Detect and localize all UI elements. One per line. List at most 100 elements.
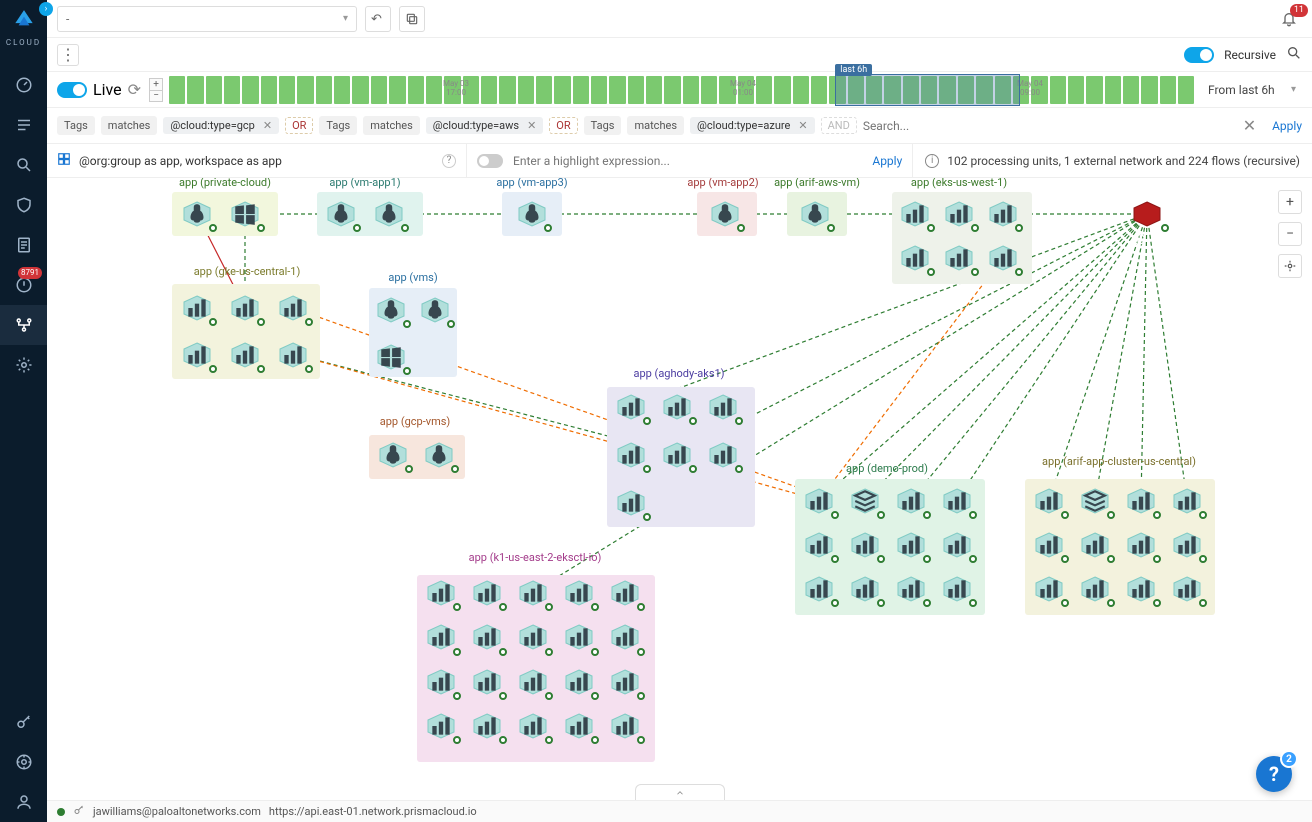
recursive-toggle[interactable] (1184, 47, 1214, 63)
highlight-apply-button[interactable]: Apply (872, 154, 902, 168)
node-hex[interactable] (710, 201, 740, 227)
node-hex[interactable] (850, 576, 880, 602)
node-hex[interactable] (182, 295, 212, 321)
apply-filters-button[interactable]: Apply (1272, 119, 1302, 133)
time-range-selector[interactable]: From last 6h ▾ (1202, 77, 1302, 103)
node-hex[interactable] (662, 442, 692, 468)
remove-tag-icon[interactable]: ✕ (524, 119, 539, 132)
node-hex[interactable] (182, 342, 212, 368)
node-hex[interactable] (804, 576, 834, 602)
node-hex[interactable] (1172, 532, 1202, 558)
node-hex[interactable] (564, 713, 594, 739)
help-icon[interactable]: ? (442, 154, 456, 168)
highlight-input[interactable] (513, 154, 862, 168)
graph-canvas[interactable]: app (private-cloud)app (vm-app1)app (vm-… (47, 178, 1312, 800)
node-hex[interactable] (616, 442, 646, 468)
nav-shield[interactable] (0, 185, 47, 225)
node-hex[interactable] (564, 580, 594, 606)
node-hex[interactable] (426, 580, 456, 606)
nav-docs[interactable] (0, 225, 47, 265)
timeline-selection[interactable] (835, 74, 1020, 106)
clear-filters-icon[interactable]: ✕ (1243, 116, 1256, 135)
nav-graph[interactable] (0, 305, 47, 345)
node-hex[interactable] (1126, 576, 1156, 602)
node-hex[interactable] (424, 442, 454, 468)
node-hex[interactable] (850, 488, 880, 514)
node-hex[interactable] (518, 580, 548, 606)
and-operator[interactable]: AND (821, 117, 857, 134)
node-hex[interactable] (900, 201, 930, 227)
filter-search-input[interactable] (863, 119, 1237, 133)
node-hex[interactable] (426, 713, 456, 739)
nav-support[interactable] (0, 742, 47, 782)
node-hex[interactable] (804, 532, 834, 558)
refresh-icon[interactable]: ⟳ (128, 80, 141, 99)
node-hex[interactable] (1034, 532, 1064, 558)
node-hex[interactable] (472, 713, 502, 739)
node-hex[interactable] (988, 245, 1018, 271)
node-hex[interactable] (1172, 576, 1202, 602)
remove-tag-icon[interactable]: ✕ (795, 119, 810, 132)
node-hex[interactable] (1172, 488, 1202, 514)
namespace-selector[interactable]: - ▾ (57, 6, 357, 32)
node-hex[interactable] (517, 201, 547, 227)
node-hex[interactable] (182, 201, 212, 227)
node-hex[interactable] (708, 394, 738, 420)
timeline-zoom-in[interactable]: + (149, 78, 163, 90)
nav-alerts[interactable]: 8791 (0, 265, 47, 305)
node-hex[interactable] (1126, 532, 1156, 558)
or-operator[interactable]: OR (285, 117, 313, 134)
node-hex[interactable] (230, 201, 260, 227)
or-operator[interactable]: OR (549, 117, 577, 134)
node-hex[interactable] (896, 488, 926, 514)
node-hex[interactable] (230, 295, 260, 321)
filter-tag[interactable]: @cloud:type=gcp✕ (163, 117, 279, 134)
node-hex[interactable] (610, 580, 640, 606)
node-hex[interactable] (944, 201, 974, 227)
node-hex[interactable] (230, 342, 260, 368)
node-hex[interactable] (378, 442, 408, 468)
node-hex[interactable] (610, 624, 640, 650)
node-hex[interactable] (896, 532, 926, 558)
node-hex[interactable] (518, 713, 548, 739)
node-hex[interactable] (376, 344, 406, 370)
nav-list[interactable] (0, 105, 47, 145)
node-hex[interactable] (472, 624, 502, 650)
node-hex[interactable] (610, 713, 640, 739)
live-toggle[interactable] (57, 82, 87, 98)
node-hex[interactable] (1126, 488, 1156, 514)
node-hex[interactable] (374, 201, 404, 227)
group-expression[interactable]: @org:group as app, workspace as app (79, 154, 282, 168)
nav-key[interactable] (0, 702, 47, 742)
node-hex[interactable] (472, 580, 502, 606)
node-hex[interactable] (944, 245, 974, 271)
remove-tag-icon[interactable]: ✕ (260, 119, 275, 132)
node-hex[interactable] (376, 297, 406, 323)
node-hex[interactable] (518, 669, 548, 695)
zoom-out-button[interactable]: − (1278, 222, 1302, 246)
node-hex[interactable] (420, 297, 450, 323)
search-icon[interactable] (1286, 45, 1302, 65)
filter-tag[interactable]: @cloud:type=aws✕ (426, 117, 544, 134)
node-hex[interactable] (1080, 576, 1110, 602)
external-network-node[interactable] (1132, 201, 1162, 227)
more-options-button[interactable]: ⋮ (57, 44, 79, 66)
nav-user[interactable] (0, 782, 47, 822)
node-hex[interactable] (616, 394, 646, 420)
node-hex[interactable] (708, 442, 738, 468)
drawer-handle[interactable] (635, 784, 725, 800)
nav-dashboard[interactable] (0, 65, 47, 105)
node-hex[interactable] (850, 532, 880, 558)
node-hex[interactable] (942, 488, 972, 514)
node-hex[interactable] (278, 342, 308, 368)
node-hex[interactable] (1034, 576, 1064, 602)
fit-button[interactable] (1278, 254, 1302, 278)
node-hex[interactable] (1080, 532, 1110, 558)
node-hex[interactable] (988, 201, 1018, 227)
node-hex[interactable] (1034, 488, 1064, 514)
node-hex[interactable] (278, 295, 308, 321)
node-hex[interactable] (564, 624, 594, 650)
node-hex[interactable] (564, 669, 594, 695)
copy-button[interactable] (399, 6, 425, 32)
node-hex[interactable] (426, 669, 456, 695)
